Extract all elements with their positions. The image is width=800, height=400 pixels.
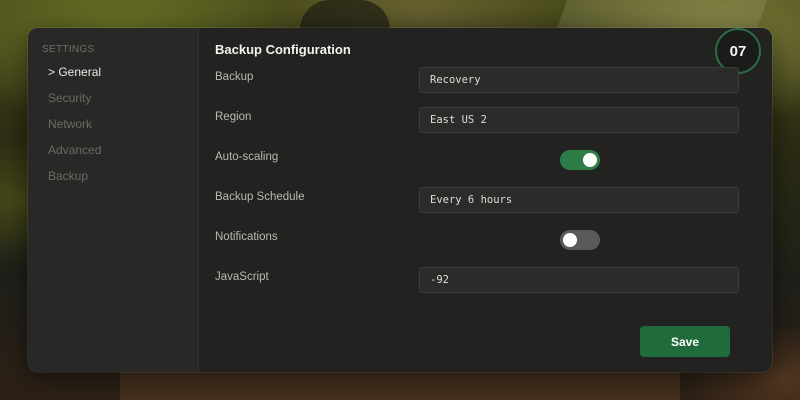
sidebar-item-general[interactable]: > General	[48, 65, 101, 79]
auto-scaling-label: Auto-scaling	[215, 151, 279, 163]
backup-schedule-input[interactable]: Every 6 hours	[419, 187, 739, 213]
main-content: Backup Configuration 07 Backup Recovery …	[199, 28, 772, 372]
toggle-knob	[563, 233, 577, 247]
sidebar-item-advanced[interactable]: Advanced	[48, 143, 101, 157]
backup-input[interactable]: Recovery	[419, 67, 739, 93]
background-shape	[120, 372, 680, 400]
settings-panel: SETTINGS > General Security Network Adva…	[28, 28, 772, 372]
region-label: Region	[215, 111, 252, 123]
notifications-toggle[interactable]	[560, 230, 600, 250]
sidebar-item-security[interactable]: Security	[48, 91, 91, 105]
toggle-knob	[583, 153, 597, 167]
notifications-label: Notifications	[215, 231, 278, 243]
sidebar-item-network[interactable]: Network	[48, 117, 92, 131]
javascript-input[interactable]: -92	[419, 267, 739, 293]
sidebar-item-backup[interactable]: Backup	[48, 169, 88, 183]
backup-schedule-label: Backup Schedule	[215, 191, 305, 203]
sidebar: SETTINGS > General Security Network Adva…	[28, 28, 199, 372]
sidebar-heading: SETTINGS	[42, 44, 95, 55]
page-title: Backup Configuration	[215, 42, 351, 57]
region-input[interactable]: East US 2	[419, 107, 739, 133]
auto-scaling-toggle[interactable]	[560, 150, 600, 170]
save-button[interactable]: Save	[640, 326, 730, 357]
backup-label: Backup	[215, 71, 254, 83]
javascript-label: JavaScript	[215, 271, 269, 283]
